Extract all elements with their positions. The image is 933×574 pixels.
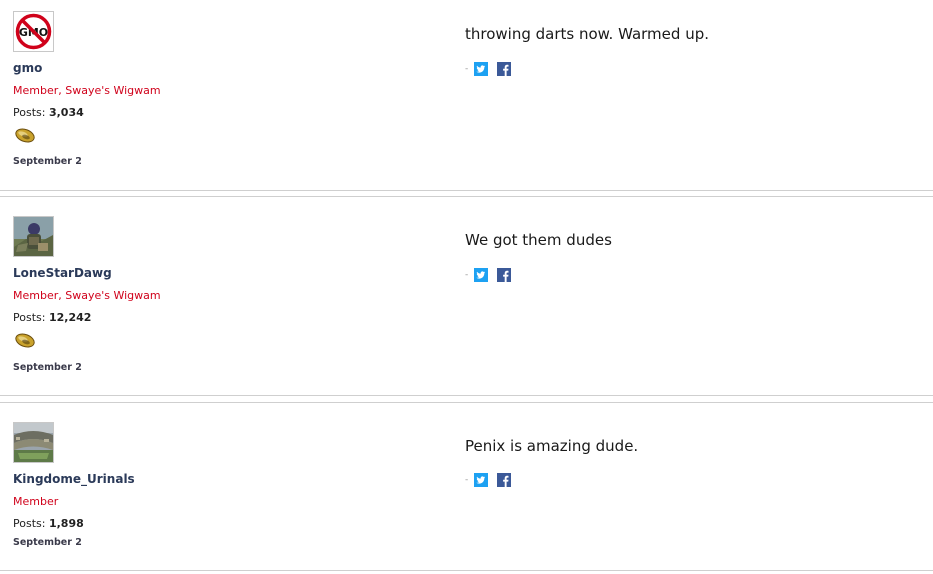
share-bar: - <box>465 62 520 76</box>
post: LoneStarDawg Member, Swaye's Wigwam Post… <box>0 196 933 396</box>
username[interactable]: gmo <box>13 61 42 75</box>
post: Kingdome_Urinals Member Posts: 1,898 Sep… <box>0 402 933 572</box>
post-count-label: Posts: <box>13 517 46 530</box>
post-date[interactable]: September 2 <box>13 156 82 167</box>
gmo-no-symbol-icon: GMO <box>14 12 53 51</box>
username[interactable]: LoneStarDawg <box>13 266 112 280</box>
facebook-icon[interactable] <box>497 268 512 282</box>
username[interactable]: Kingdome_Urinals <box>13 472 135 486</box>
share-separator: - <box>465 64 469 74</box>
share-bar: - <box>465 473 520 487</box>
post-content: Penix is amazing dude. <box>465 437 639 455</box>
post-date[interactable]: September 2 <box>13 362 82 373</box>
share-bar: - <box>465 268 520 282</box>
avatar[interactable]: GMO <box>13 11 54 52</box>
post-separator <box>0 395 933 396</box>
facebook-icon[interactable] <box>497 62 512 76</box>
post-content: throwing darts now. Warmed up. <box>465 25 709 43</box>
facebook-icon[interactable] <box>497 473 512 487</box>
post-separator <box>0 190 933 191</box>
user-title: Member <box>13 495 59 508</box>
post-count: Posts: 3,034 <box>13 106 84 119</box>
post-count: Posts: 1,898 <box>13 517 84 530</box>
post-count: Posts: 12,242 <box>13 311 91 324</box>
user-title: Member, Swaye's Wigwam <box>13 84 161 97</box>
football-badge-icon <box>15 128 35 143</box>
share-separator: - <box>465 270 469 280</box>
twitter-icon[interactable] <box>474 62 489 76</box>
post-count-label: Posts: <box>13 106 46 119</box>
twitter-icon[interactable] <box>474 473 489 487</box>
post-count-label: Posts: <box>13 311 46 324</box>
football-badge-icon <box>15 333 35 348</box>
post-count-value: 1,898 <box>48 517 84 530</box>
avatar[interactable] <box>13 422 54 463</box>
share-separator: - <box>465 475 469 485</box>
post-separator <box>0 570 933 571</box>
post-count-value: 3,034 <box>48 106 84 119</box>
stadium-photo-icon <box>14 423 53 462</box>
post-date[interactable]: September 2 <box>13 537 82 548</box>
post-count-value: 12,242 <box>48 311 92 324</box>
soldier-photo-icon <box>14 217 53 256</box>
twitter-icon[interactable] <box>474 268 489 282</box>
post-content: We got them dudes <box>465 231 612 249</box>
post: GMO gmo Member, Swaye's Wigwam Posts: 3,… <box>0 0 933 190</box>
user-title: Member, Swaye's Wigwam <box>13 289 161 302</box>
avatar[interactable] <box>13 216 54 257</box>
